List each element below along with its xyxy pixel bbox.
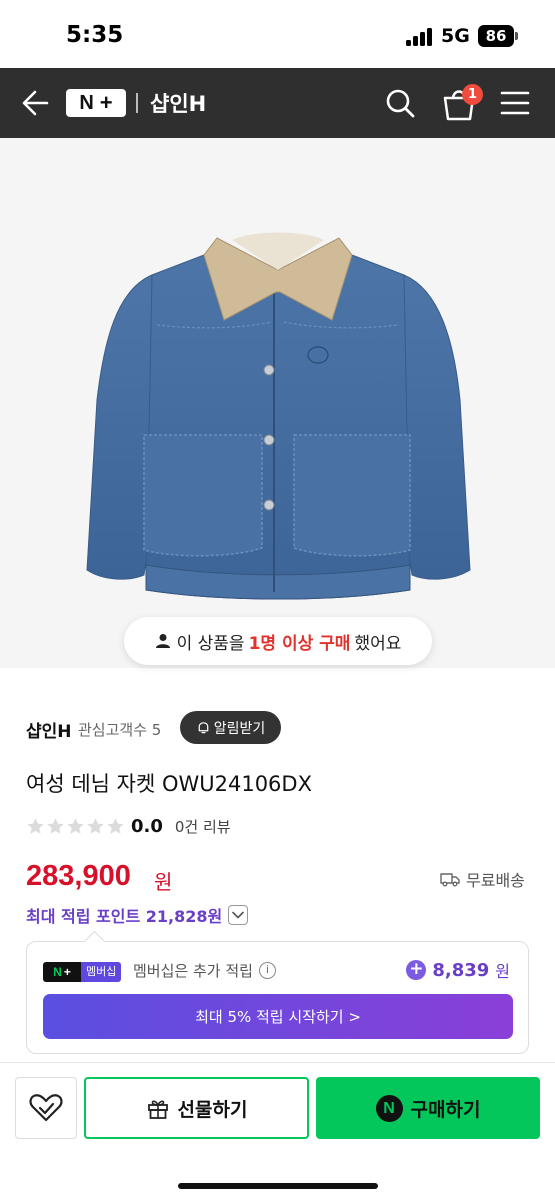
star-rating <box>26 817 125 836</box>
alarm-subscribe-button[interactable]: 알림받기 <box>180 711 281 744</box>
product-title: 여성 데님 자켓 OWU24106DX <box>26 772 312 796</box>
membership-extra-points: + 8,839 원 <box>406 958 510 982</box>
notice-text-before: 이 상품을 <box>176 633 245 654</box>
review-count[interactable]: 0건 리뷰 <box>175 816 231 837</box>
app-header: N + 샵인H 1 <box>0 68 555 138</box>
membership-badge-label: 멤버십 <box>81 962 122 982</box>
cart-button[interactable]: 1 <box>440 84 484 122</box>
expand-points-button[interactable] <box>228 905 249 925</box>
alarm-label: 알림받기 <box>213 720 266 737</box>
battery-icon: 86 <box>478 25 514 47</box>
product-image-area[interactable] <box>0 138 555 668</box>
network-label: 5G <box>441 25 470 47</box>
gift-icon <box>147 1100 168 1119</box>
info-icon[interactable]: i <box>258 962 276 979</box>
membership-points-value: 8,839 <box>432 959 490 981</box>
membership-start-button[interactable]: 최대 5% 적립 시작하기 > <box>43 994 513 1039</box>
back-arrow-icon[interactable] <box>20 88 50 118</box>
rating-value: 0.0 <box>131 815 163 837</box>
max-points-row[interactable]: 최대 적립 포인트 21,828원 <box>26 903 249 927</box>
logo-plus: + <box>99 90 113 115</box>
mini-logo-n: N <box>53 965 62 979</box>
home-indicator <box>178 1183 378 1189</box>
battery-tip <box>515 32 518 40</box>
shipping-text: 무료배송 <box>466 871 525 890</box>
cart-count-badge: 1 <box>462 84 483 105</box>
membership-panel: N + 멤버십 멤버십은 추가 적립 i + 8,839 원 최대 5% 적립 … <box>26 941 529 1054</box>
price-unit: 원 <box>154 870 173 894</box>
heart-check-icon <box>29 1094 63 1122</box>
wishlist-button[interactable] <box>15 1077 77 1139</box>
notice-text-after: 했어요 <box>354 633 402 654</box>
header-divider <box>136 93 138 113</box>
chevron-down-icon <box>232 911 245 919</box>
gift-button[interactable]: 선물하기 <box>84 1077 309 1139</box>
mini-logo-plus: + <box>63 965 71 979</box>
signal-icon <box>406 28 434 46</box>
bottom-action-bar: 선물하기 N 구매하기 <box>0 1062 555 1200</box>
naver-plus-mini-logo: N + <box>43 962 81 982</box>
store-title[interactable]: 샵인H <box>150 88 206 118</box>
gift-label: 선물하기 <box>177 1098 248 1121</box>
store-fans-count: 관심고객수 5 <box>78 721 162 739</box>
hamburger-menu-icon[interactable] <box>500 90 530 116</box>
star-icon <box>27 817 44 834</box>
store-name-link[interactable]: 샵인H <box>26 717 72 742</box>
status-bar: 5:35 5G 86 <box>0 0 555 68</box>
naver-plus-logo[interactable]: N + <box>66 89 126 117</box>
notice-highlight: 1명 이상 구매 <box>248 633 351 654</box>
membership-badge: N + 멤버십 <box>43 962 122 982</box>
star-icon <box>107 817 124 834</box>
naver-pay-icon: N <box>375 1094 403 1122</box>
membership-desc-text: 멤버십은 추가 적립 <box>133 962 253 980</box>
star-icon <box>67 817 84 834</box>
rating-row[interactable]: 0.0 0건 리뷰 <box>26 815 231 837</box>
status-time: 5:35 <box>66 22 124 48</box>
search-icon[interactable] <box>384 87 416 119</box>
membership-description: 멤버십은 추가 적립 i <box>133 960 276 981</box>
membership-points-unit: 원 <box>495 962 510 981</box>
denim-jacket-image <box>86 232 471 600</box>
price-value: 283,900 <box>26 860 131 892</box>
logo-n: N <box>79 91 94 114</box>
delivery-truck-icon <box>440 873 460 887</box>
person-icon <box>155 634 170 648</box>
star-icon <box>47 817 64 834</box>
buy-label: 구매하기 <box>410 1098 481 1121</box>
max-points-text: 최대 적립 포인트 21,828원 <box>26 907 223 926</box>
bell-plus-icon <box>198 722 209 734</box>
buy-button[interactable]: N 구매하기 <box>316 1077 540 1139</box>
free-shipping-label: 무료배송 <box>440 867 525 891</box>
star-icon <box>87 817 104 834</box>
purchase-count-notice: 이 상품을 1명 이상 구매 했어요 <box>124 617 432 665</box>
plus-circle-icon: + <box>406 960 427 980</box>
